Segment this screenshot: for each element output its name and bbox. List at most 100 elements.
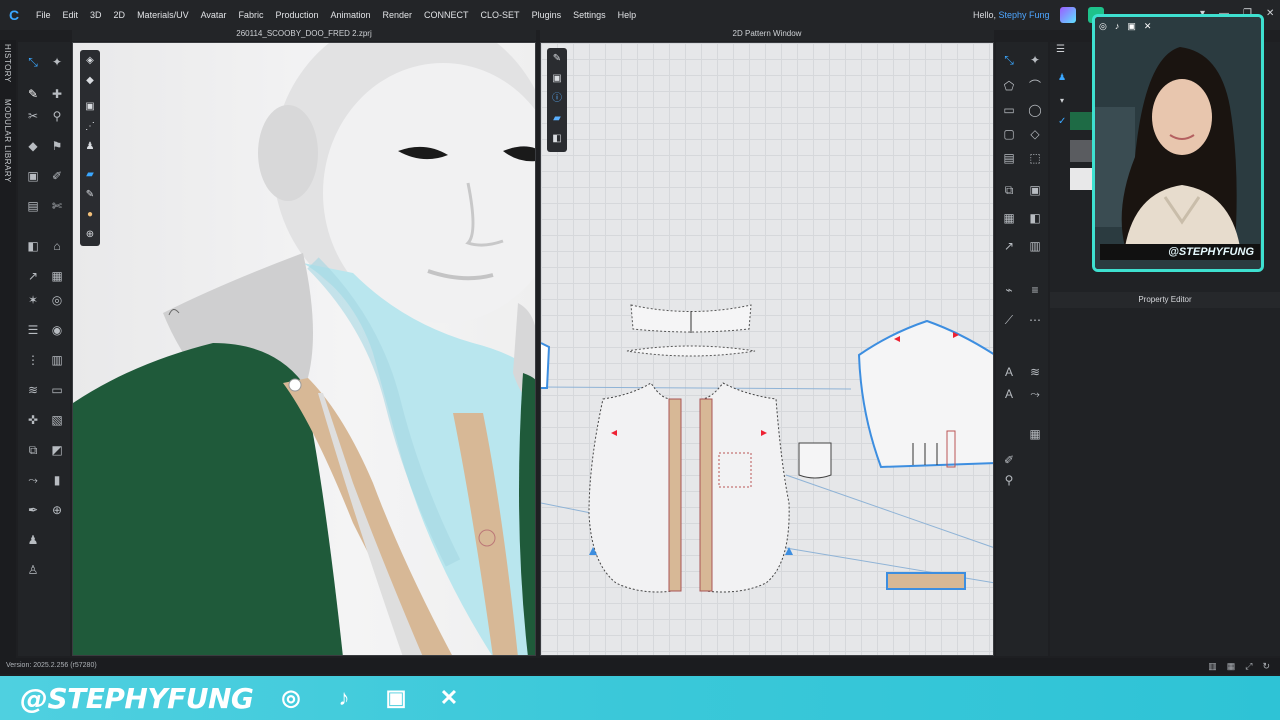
grid-icon[interactable]: ▦ xyxy=(48,268,66,284)
texture-icon[interactable]: ▰ xyxy=(550,112,564,126)
scissors-icon[interactable]: ✄ xyxy=(48,198,66,214)
stitch-icon[interactable]: ✜ xyxy=(24,412,42,428)
circle-icon[interactable]: ◎ xyxy=(48,292,66,308)
select-move-icon[interactable]: ⤡ xyxy=(24,54,42,70)
pen-icon[interactable]: ✒ xyxy=(24,502,42,518)
curve-icon[interactable]: ⌒ xyxy=(1026,78,1044,94)
fold-icon[interactable]: ⬚ xyxy=(1026,150,1044,166)
layer-icon[interactable]: ☰ xyxy=(24,322,42,338)
menu-animation[interactable]: Animation xyxy=(324,10,376,20)
box-icon[interactable]: ▤ xyxy=(24,198,42,214)
garment-icon[interactable]: ◧ xyxy=(550,132,564,146)
topstitch-icon[interactable]: ⤳ xyxy=(1026,386,1044,402)
edit-point-icon[interactable]: ✦ xyxy=(1026,52,1044,68)
notch-icon[interactable]: ⌁ xyxy=(1000,282,1018,298)
pleat-icon[interactable]: ≡ xyxy=(1026,282,1044,298)
walk-icon[interactable]: ✦ xyxy=(48,54,66,70)
menu-connect[interactable]: CONNECT xyxy=(418,10,475,20)
fit-icon[interactable]: ⊕ xyxy=(48,502,66,518)
tab-history[interactable]: HISTORY xyxy=(0,40,15,87)
check-icon[interactable]: ✓ xyxy=(1058,116,1066,127)
graphic-icon[interactable]: ▧ xyxy=(48,412,66,428)
info-icon[interactable]: ⓘ xyxy=(550,92,564,106)
user-greeting[interactable]: Hello, Stephy Fung xyxy=(973,10,1050,20)
garment-icon[interactable]: ◧ xyxy=(24,238,42,254)
menu-3d[interactable]: 3D xyxy=(84,10,108,20)
tack-icon[interactable]: ⚲ xyxy=(48,108,66,124)
shirt-icon[interactable]: ▣ xyxy=(550,72,564,86)
tab-modular-library[interactable]: MODULAR LIBRARY xyxy=(0,95,15,187)
box-sew-icon[interactable]: ▦ xyxy=(1000,210,1018,226)
tape-icon[interactable]: ▭ xyxy=(48,382,66,398)
trim-icon[interactable]: ▥ xyxy=(48,352,66,368)
avatar-tab-icon[interactable]: ♟ xyxy=(1058,72,1066,83)
close-icon[interactable]: ✕ xyxy=(1266,8,1274,19)
texture-icon[interactable]: ⧉ xyxy=(24,442,42,458)
button-icon[interactable]: ◉ xyxy=(48,322,66,338)
garment-view-icon[interactable]: ▣ xyxy=(83,100,97,114)
seam-icon[interactable]: ⤳ xyxy=(24,472,42,488)
clo-logo-icon[interactable]: C xyxy=(4,5,24,25)
menu-2d[interactable]: 2D xyxy=(108,10,132,20)
brush-view-icon[interactable]: ✎ xyxy=(83,188,97,202)
menu-plugins[interactable]: Plugins xyxy=(526,10,568,20)
rectangle-icon[interactable]: ▭ xyxy=(1000,102,1018,118)
brush-icon[interactable]: ✐ xyxy=(48,168,66,184)
transform-icon[interactable]: ✚ xyxy=(48,86,66,102)
menu-production[interactable]: Production xyxy=(269,10,324,20)
tack-icon[interactable]: ⚲ xyxy=(1000,472,1018,488)
menu-help[interactable]: Help xyxy=(612,10,643,20)
fold-icon[interactable]: ◆ xyxy=(24,138,42,154)
polygon-icon[interactable]: ⬠ xyxy=(1000,78,1018,94)
simulation-icon[interactable] xyxy=(1060,7,1076,23)
segment-icon[interactable]: ▤ xyxy=(1000,150,1018,166)
menu-file[interactable]: File xyxy=(30,10,57,20)
menu-edit[interactable]: Edit xyxy=(57,10,85,20)
expand-icon[interactable]: ⤢ xyxy=(1245,658,1252,674)
avatar-icon[interactable]: ♟ xyxy=(24,532,42,548)
list-icon[interactable]: ☰ xyxy=(1056,44,1068,56)
menu-render[interactable]: Render xyxy=(377,10,419,20)
menu-clo-set[interactable]: CLO-SET xyxy=(475,10,526,20)
zigzag-icon[interactable]: ≋ xyxy=(1026,364,1044,380)
menu-avatar[interactable]: Avatar xyxy=(195,10,233,20)
fabric-swatch-green[interactable] xyxy=(1070,112,1094,130)
internal-icon[interactable]: ▢ xyxy=(1000,126,1018,142)
hanger-icon[interactable]: ⌂ xyxy=(48,238,66,254)
zipper-icon[interactable]: ⋮ xyxy=(24,352,42,368)
tee-icon[interactable]: ◧ xyxy=(1026,210,1044,226)
grade-icon[interactable]: ▦ xyxy=(1026,426,1044,442)
ruler-icon[interactable]: ▮ xyxy=(48,472,66,488)
measure-icon[interactable]: ↗ xyxy=(1000,238,1018,254)
fabric-swatch-grey[interactable] xyxy=(1070,140,1094,162)
sew-icon[interactable]: ⧉ xyxy=(1000,182,1018,198)
3d-2d-icon[interactable]: ▦ xyxy=(1227,658,1236,674)
fabric-swatch-white[interactable] xyxy=(1070,168,1094,190)
shirt2-icon[interactable]: ▣ xyxy=(1026,182,1044,198)
brush-icon[interactable]: ✐ xyxy=(1000,452,1018,468)
3d-viewport[interactable] xyxy=(72,42,536,656)
edit-pattern-icon[interactable]: ✂ xyxy=(24,108,42,124)
wand-icon[interactable]: ✶ xyxy=(24,292,42,308)
cube-view-icon[interactable]: ◈ xyxy=(83,54,97,68)
avatar-view-icon[interactable]: ♟ xyxy=(83,140,97,154)
menu-fabric[interactable]: Fabric xyxy=(232,10,269,20)
circle-icon[interactable]: ◯ xyxy=(1026,102,1044,118)
pin-icon[interactable]: ⚑ xyxy=(48,138,66,154)
refresh-icon[interactable]: ↻ xyxy=(1262,658,1270,674)
shaded-view-icon[interactable]: ◆ xyxy=(83,74,97,88)
puckering-icon[interactable]: ≋ xyxy=(24,382,42,398)
node-view-icon[interactable]: ⋰ xyxy=(83,120,97,134)
slash-icon[interactable]: ⟋ xyxy=(1000,312,1018,328)
layout-icon[interactable]: ▥ xyxy=(1208,658,1217,674)
pattern-view-icon[interactable]: ▰ xyxy=(83,168,97,182)
body-icon[interactable]: ♙ xyxy=(24,562,42,578)
select-mesh-icon[interactable]: ✎ xyxy=(24,86,42,102)
expand-icon[interactable]: ▾ xyxy=(1060,96,1064,105)
trim-icon[interactable]: ▥ xyxy=(1026,238,1044,254)
light-icon[interactable]: ● xyxy=(83,208,97,222)
2d-pattern-window[interactable] xyxy=(540,42,994,656)
menu-settings[interactable]: Settings xyxy=(567,10,612,20)
select-pattern-icon[interactable]: ⤡ xyxy=(1000,52,1018,68)
cube-icon[interactable]: ◩ xyxy=(48,442,66,458)
